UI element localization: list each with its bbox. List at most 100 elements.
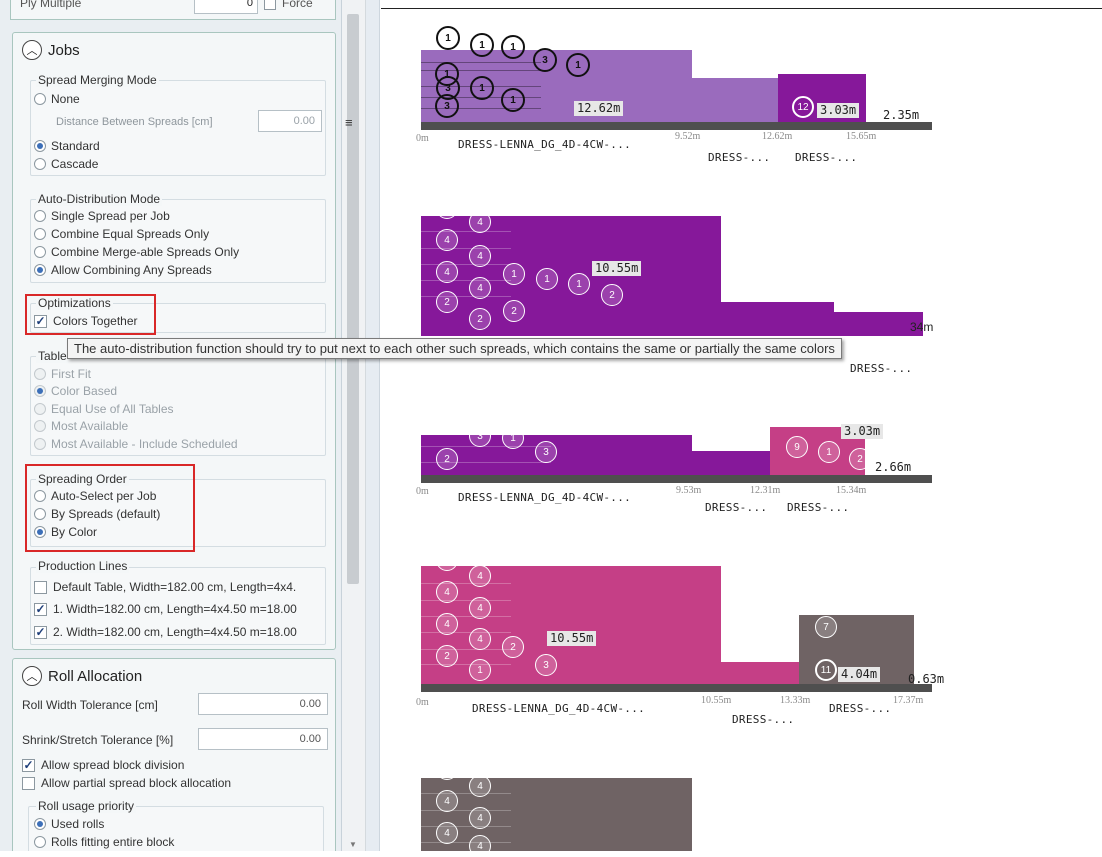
axis-tick: 9.52m bbox=[675, 131, 701, 142]
ply-line bbox=[421, 231, 511, 232]
job-circle: 4 bbox=[436, 613, 458, 635]
job-circle: 1 bbox=[501, 35, 525, 59]
job-circle: 4 bbox=[436, 581, 458, 603]
value-label: 10.55m bbox=[592, 261, 642, 276]
spread-merging-title: Spread Merging Mode bbox=[36, 73, 159, 87]
job-circle: 1 bbox=[536, 268, 558, 290]
allow-partial-checkbox[interactable]: Allow partial spread block allocation bbox=[22, 776, 231, 790]
job-circle: 2 bbox=[469, 308, 491, 330]
job-circle: 3 bbox=[436, 76, 460, 100]
job-circle: 2 bbox=[436, 549, 458, 571]
spread-name: DRESS-... bbox=[787, 501, 850, 514]
collapse-roll-allocation-icon[interactable]: ︿ bbox=[22, 666, 42, 686]
force-label: Force bbox=[282, 0, 313, 10]
production-line-1[interactable]: ✓ 1. Width=182.00 cm, Length=4x4.50 m=18.… bbox=[34, 602, 297, 616]
ply-line bbox=[421, 248, 511, 249]
roll-usage-label-0: Used rolls bbox=[51, 817, 105, 831]
roll-width-input[interactable]: 0.00 bbox=[198, 693, 328, 715]
production-line-label-2: 2. Width=182.00 cm, Length=4x4.50 m=18.0… bbox=[53, 625, 297, 639]
job-circle: 2 bbox=[436, 645, 458, 667]
table-option-4[interactable]: Most Available - Include Scheduled bbox=[34, 437, 238, 451]
spread-name: DRESS-LENNA_DG_4D-4CW-... bbox=[458, 138, 632, 151]
merging-cascade-radio[interactable]: Cascade bbox=[34, 157, 98, 171]
auto-dist-option-1[interactable]: Combine Equal Spreads Only bbox=[34, 227, 209, 241]
spread-block bbox=[421, 451, 775, 475]
job-circle: 12 bbox=[792, 96, 814, 118]
axis-tick: 15.65m bbox=[846, 131, 877, 142]
job-circle: 4 bbox=[469, 807, 491, 829]
panel-splitter[interactable] bbox=[366, 0, 380, 851]
jobs-header[interactable]: ︿ Jobs bbox=[22, 40, 80, 60]
shrink-input[interactable]: 0.00 bbox=[198, 728, 328, 750]
job-circle: 4 bbox=[436, 229, 458, 251]
job-circle: 2 bbox=[436, 291, 458, 313]
splitter-grip-icon[interactable]: ≡ bbox=[345, 115, 353, 130]
radio-selected-icon bbox=[34, 385, 46, 397]
axis-tick: 12.62m bbox=[762, 131, 793, 142]
auto-dist-option-3[interactable]: Allow Combining Any Spreads bbox=[34, 263, 212, 277]
job-circle: 4 bbox=[469, 775, 491, 797]
auto-dist-option-0[interactable]: Single Spread per Job bbox=[34, 209, 170, 223]
highlight-spreading-order bbox=[25, 464, 195, 552]
merging-none-radio[interactable]: None bbox=[34, 92, 80, 106]
value-label: 4.04m bbox=[838, 667, 881, 682]
check-icon: ✓ bbox=[34, 601, 47, 616]
distance-input[interactable]: 0.00 bbox=[258, 110, 322, 132]
scroll-down-arrow-icon[interactable]: ▼ bbox=[349, 840, 357, 849]
job-circle: 4 bbox=[469, 245, 491, 267]
value-label: 2.66m bbox=[875, 460, 912, 474]
ply-line bbox=[421, 616, 511, 617]
spread-name: DRESS-... bbox=[705, 501, 768, 514]
scrollbar-thumb[interactable] bbox=[347, 14, 359, 584]
allow-division-checkbox[interactable]: ✓ Allow spread block division bbox=[22, 758, 184, 772]
axis-tick: 13.33m bbox=[780, 695, 811, 706]
job-circle: 1 bbox=[470, 33, 494, 57]
merging-standard-radio[interactable]: Standard bbox=[34, 139, 100, 153]
job-circle: 1 bbox=[469, 659, 491, 681]
checkbox-icon bbox=[22, 776, 35, 790]
value-label: 2.35m bbox=[883, 108, 920, 122]
auto-dist-label-3: Allow Combining Any Spreads bbox=[51, 263, 212, 277]
shrink-value: 0.00 bbox=[299, 733, 321, 745]
table-option-2[interactable]: Equal Use of All Tables bbox=[34, 402, 174, 416]
spread-name: DRESS-LENNA_DG_4D-4CW-... bbox=[458, 491, 632, 504]
table-title: Table bbox=[36, 349, 69, 363]
job-circle: 4 bbox=[469, 835, 491, 857]
ply-line bbox=[421, 649, 511, 650]
radio-icon bbox=[34, 836, 46, 848]
colors-together-tooltip: The auto-distribution function should tr… bbox=[67, 338, 842, 359]
job-circle: 4 bbox=[469, 277, 491, 299]
production-line-2[interactable]: ✓ 2. Width=182.00 cm, Length=4x4.50 m=18.… bbox=[34, 625, 297, 639]
job-circle: 11 bbox=[815, 659, 837, 681]
job-circle: 4 bbox=[469, 597, 491, 619]
axis-tick: 0m bbox=[416, 133, 429, 144]
value-label: 10.55m bbox=[547, 631, 597, 646]
job-circle: 1 bbox=[470, 76, 494, 100]
roll-usage-option-0[interactable]: Used rolls bbox=[34, 817, 104, 831]
ply-multiple-input[interactable]: 0 bbox=[194, 0, 258, 14]
job-circle: 3 bbox=[535, 441, 557, 463]
table-label-3: Most Available bbox=[51, 419, 129, 433]
axis-tick: 17.37m bbox=[893, 695, 924, 706]
job-circle: 2 bbox=[436, 758, 458, 780]
auto-dist-option-2[interactable]: Combine Merge-able Spreads Only bbox=[34, 245, 239, 259]
ply-line bbox=[421, 810, 511, 811]
table-label-0: First Fit bbox=[51, 367, 91, 381]
table-option-0[interactable]: First Fit bbox=[34, 367, 91, 381]
shrink-label: Shrink/Stretch Tolerance [%] bbox=[22, 733, 174, 747]
production-line-0[interactable]: Default Table, Width=182.00 cm, Length=4… bbox=[34, 580, 296, 594]
collapse-jobs-icon[interactable]: ︿ bbox=[22, 40, 42, 60]
roll-allocation-header[interactable]: ︿ Roll Allocation bbox=[22, 666, 142, 686]
force-checkbox[interactable] bbox=[264, 0, 276, 10]
radio-icon bbox=[34, 368, 46, 380]
value-label: 3.03m bbox=[841, 424, 884, 439]
roll-usage-option-1[interactable]: Rolls fitting entire block bbox=[34, 835, 174, 849]
table-option-3[interactable]: Most Available bbox=[34, 419, 128, 433]
merging-cascade-label: Cascade bbox=[51, 157, 99, 171]
job-circle: 1 bbox=[568, 273, 590, 295]
check-icon: ✓ bbox=[34, 624, 47, 639]
table-label-1: Color Based bbox=[51, 384, 118, 398]
spread-name: DRESS-... bbox=[850, 362, 913, 375]
table-option-1[interactable]: Color Based bbox=[34, 384, 117, 398]
job-circle: 2 bbox=[436, 448, 458, 470]
